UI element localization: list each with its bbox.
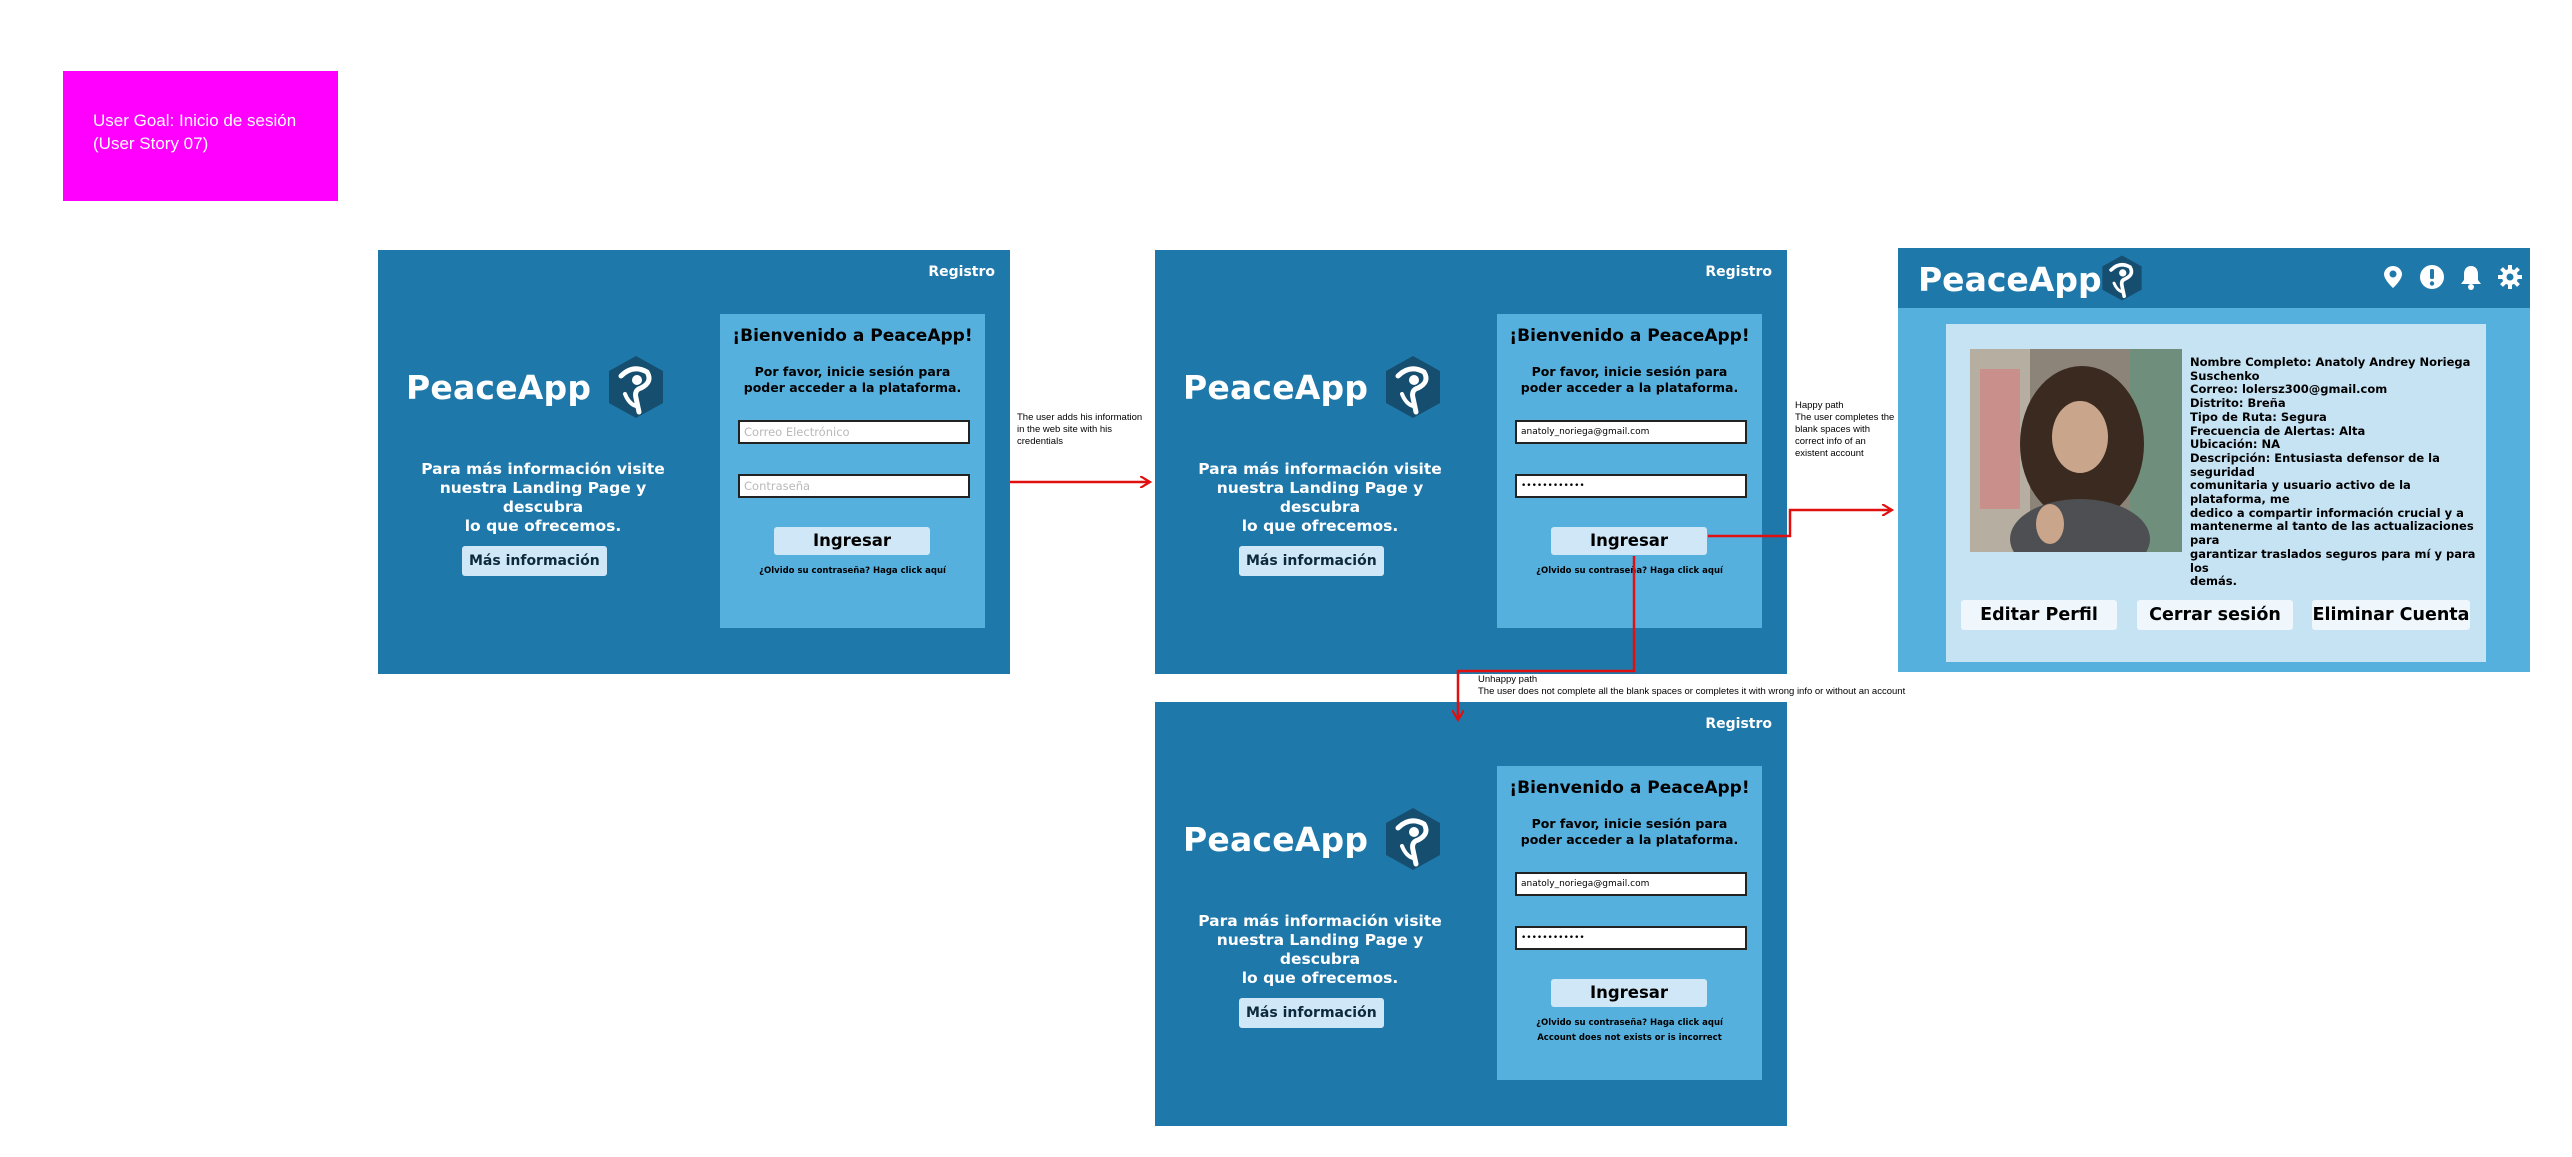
arrow-happy-path bbox=[1708, 510, 1892, 538]
arrow-unhappy-path bbox=[1458, 556, 1636, 720]
flow-arrows bbox=[1010, 0, 2572, 1157]
